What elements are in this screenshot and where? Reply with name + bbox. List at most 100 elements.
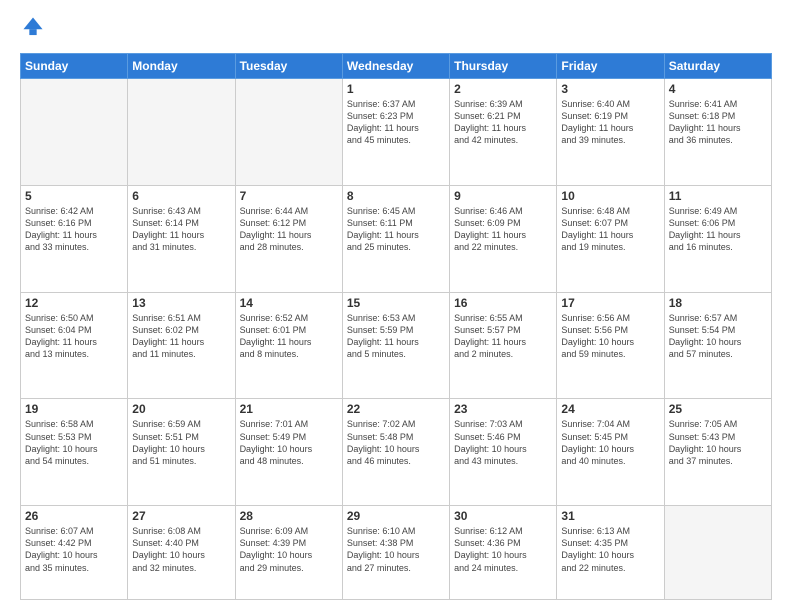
day-info: Sunrise: 7:03 AM Sunset: 5:46 PM Dayligh… [454, 418, 552, 467]
calendar-cell: 3 Sunrise: 6:40 AM Sunset: 6:19 PM Daylig… [557, 79, 664, 186]
day-number: 15 [347, 296, 445, 310]
calendar-cell: 16Sunrise: 6:55 AM Sunset: 5:57 PM Dayli… [450, 292, 557, 399]
day-number: 17 [561, 296, 659, 310]
day-info: Sunrise: 6:41 AM Sunset: 6:18 PM Dayligh… [669, 98, 767, 147]
calendar-cell: 4Sunrise: 6:41 AM Sunset: 6:18 PM Daylig… [664, 79, 771, 186]
calendar-cell: 12 Sunrise: 6:50 AM Sunset: 6:04 PM Dayli… [21, 292, 128, 399]
calendar-cell [21, 79, 128, 186]
calendar-cell: 18 Sunrise: 6:57 AM Sunset: 5:54 PM Dayli… [664, 292, 771, 399]
calendar-row-2: 12 Sunrise: 6:50 AM Sunset: 6:04 PM Dayli… [21, 292, 772, 399]
header [20, 16, 772, 43]
day-number: 10 [561, 189, 659, 203]
day-number: 20 [132, 402, 230, 416]
page: SundayMondayTuesdayWednesdayThursdayFrid… [0, 0, 792, 612]
day-info: Sunrise: 6:50 AM Sunset: 6:04 PM Dayligh… [25, 312, 123, 361]
calendar-cell: 26 Sunrise: 6:07 AM Sunset: 4:42 PM Dayli… [21, 506, 128, 600]
weekday-header-saturday: Saturday [664, 54, 771, 79]
calendar-cell [235, 79, 342, 186]
day-info: Sunrise: 6:56 AM Sunset: 5:56 PM Dayligh… [561, 312, 659, 361]
calendar-cell: 10 Sunrise: 6:48 AM Sunset: 6:07 PM Dayli… [557, 185, 664, 292]
calendar-row-4: 26 Sunrise: 6:07 AM Sunset: 4:42 PM Dayli… [21, 506, 772, 600]
day-number: 9 [454, 189, 552, 203]
calendar-table: SundayMondayTuesdayWednesdayThursdayFrid… [20, 53, 772, 600]
day-info: Sunrise: 6:46 AM Sunset: 6:09 PM Dayligh… [454, 205, 552, 254]
calendar-cell: 2Sunrise: 6:39 AM Sunset: 6:21 PM Daylig… [450, 79, 557, 186]
day-info: Sunrise: 6:39 AM Sunset: 6:21 PM Dayligh… [454, 98, 552, 147]
day-info: Sunrise: 6:58 AM Sunset: 5:53 PM Dayligh… [25, 418, 123, 467]
day-number: 16 [454, 296, 552, 310]
calendar-cell: 27Sunrise: 6:08 AM Sunset: 4:40 PM Dayli… [128, 506, 235, 600]
calendar-cell: 15 Sunrise: 6:53 AM Sunset: 5:59 PM Dayli… [342, 292, 449, 399]
day-info: Sunrise: 6:43 AM Sunset: 6:14 PM Dayligh… [132, 205, 230, 254]
day-info: Sunrise: 6:53 AM Sunset: 5:59 PM Dayligh… [347, 312, 445, 361]
day-info: Sunrise: 6:45 AM Sunset: 6:11 PM Dayligh… [347, 205, 445, 254]
calendar-cell: 14 Sunrise: 6:52 AM Sunset: 6:01 PM Dayli… [235, 292, 342, 399]
calendar-cell [128, 79, 235, 186]
day-number: 31 [561, 509, 659, 523]
day-info: Sunrise: 6:13 AM Sunset: 4:35 PM Dayligh… [561, 525, 659, 574]
calendar-row-1: 5 Sunrise: 6:42 AM Sunset: 6:16 PM Daylig… [21, 185, 772, 292]
day-info: Sunrise: 6:52 AM Sunset: 6:01 PM Dayligh… [240, 312, 338, 361]
weekday-header-friday: Friday [557, 54, 664, 79]
day-info: Sunrise: 6:57 AM Sunset: 5:54 PM Dayligh… [669, 312, 767, 361]
day-info: Sunrise: 6:59 AM Sunset: 5:51 PM Dayligh… [132, 418, 230, 467]
day-number: 12 [25, 296, 123, 310]
day-number: 1 [347, 82, 445, 96]
day-number: 30 [454, 509, 552, 523]
calendar-cell: 9 Sunrise: 6:46 AM Sunset: 6:09 PM Daylig… [450, 185, 557, 292]
day-info: Sunrise: 6:42 AM Sunset: 6:16 PM Dayligh… [25, 205, 123, 254]
calendar-cell: 23 Sunrise: 7:03 AM Sunset: 5:46 PM Dayli… [450, 399, 557, 506]
day-info: Sunrise: 6:10 AM Sunset: 4:38 PM Dayligh… [347, 525, 445, 574]
day-number: 18 [669, 296, 767, 310]
calendar-cell: 22Sunrise: 7:02 AM Sunset: 5:48 PM Dayli… [342, 399, 449, 506]
day-number: 22 [347, 402, 445, 416]
calendar-cell: 29 Sunrise: 6:10 AM Sunset: 4:38 PM Dayli… [342, 506, 449, 600]
day-info: Sunrise: 6:40 AM Sunset: 6:19 PM Dayligh… [561, 98, 659, 147]
day-info: Sunrise: 6:07 AM Sunset: 4:42 PM Dayligh… [25, 525, 123, 574]
calendar-cell: 25 Sunrise: 7:05 AM Sunset: 5:43 PM Dayli… [664, 399, 771, 506]
day-number: 19 [25, 402, 123, 416]
day-number: 14 [240, 296, 338, 310]
logo [20, 16, 44, 43]
day-number: 3 [561, 82, 659, 96]
day-info: Sunrise: 7:01 AM Sunset: 5:49 PM Dayligh… [240, 418, 338, 467]
calendar-cell: 19 Sunrise: 6:58 AM Sunset: 5:53 PM Dayli… [21, 399, 128, 506]
day-number: 24 [561, 402, 659, 416]
calendar-cell: 30 Sunrise: 6:12 AM Sunset: 4:36 PM Dayli… [450, 506, 557, 600]
weekday-header-thursday: Thursday [450, 54, 557, 79]
calendar-cell: 5 Sunrise: 6:42 AM Sunset: 6:16 PM Daylig… [21, 185, 128, 292]
calendar-cell: 7Sunrise: 6:44 AM Sunset: 6:12 PM Daylig… [235, 185, 342, 292]
day-info: Sunrise: 6:12 AM Sunset: 4:36 PM Dayligh… [454, 525, 552, 574]
weekday-header-row: SundayMondayTuesdayWednesdayThursdayFrid… [21, 54, 772, 79]
logo-icon [22, 16, 44, 38]
day-info: Sunrise: 6:37 AM Sunset: 6:23 PM Dayligh… [347, 98, 445, 147]
day-number: 8 [347, 189, 445, 203]
weekday-header-tuesday: Tuesday [235, 54, 342, 79]
day-number: 26 [25, 509, 123, 523]
day-number: 27 [132, 509, 230, 523]
day-number: 7 [240, 189, 338, 203]
day-info: Sunrise: 6:09 AM Sunset: 4:39 PM Dayligh… [240, 525, 338, 574]
calendar-row-3: 19 Sunrise: 6:58 AM Sunset: 5:53 PM Dayli… [21, 399, 772, 506]
day-number: 28 [240, 509, 338, 523]
day-info: Sunrise: 6:48 AM Sunset: 6:07 PM Dayligh… [561, 205, 659, 254]
day-number: 11 [669, 189, 767, 203]
calendar-row-0: 1 Sunrise: 6:37 AM Sunset: 6:23 PM Daylig… [21, 79, 772, 186]
calendar-cell: 6 Sunrise: 6:43 AM Sunset: 6:14 PM Daylig… [128, 185, 235, 292]
day-number: 13 [132, 296, 230, 310]
day-info: Sunrise: 7:04 AM Sunset: 5:45 PM Dayligh… [561, 418, 659, 467]
weekday-header-wednesday: Wednesday [342, 54, 449, 79]
weekday-header-sunday: Sunday [21, 54, 128, 79]
calendar-cell [664, 506, 771, 600]
day-number: 5 [25, 189, 123, 203]
day-number: 25 [669, 402, 767, 416]
calendar-cell: 31 Sunrise: 6:13 AM Sunset: 4:35 PM Dayli… [557, 506, 664, 600]
day-number: 23 [454, 402, 552, 416]
day-info: Sunrise: 7:05 AM Sunset: 5:43 PM Dayligh… [669, 418, 767, 467]
calendar-cell: 24 Sunrise: 7:04 AM Sunset: 5:45 PM Dayli… [557, 399, 664, 506]
calendar-cell: 8 Sunrise: 6:45 AM Sunset: 6:11 PM Daylig… [342, 185, 449, 292]
day-info: Sunrise: 6:49 AM Sunset: 6:06 PM Dayligh… [669, 205, 767, 254]
day-number: 6 [132, 189, 230, 203]
day-number: 29 [347, 509, 445, 523]
calendar-cell: 20 Sunrise: 6:59 AM Sunset: 5:51 PM Dayli… [128, 399, 235, 506]
